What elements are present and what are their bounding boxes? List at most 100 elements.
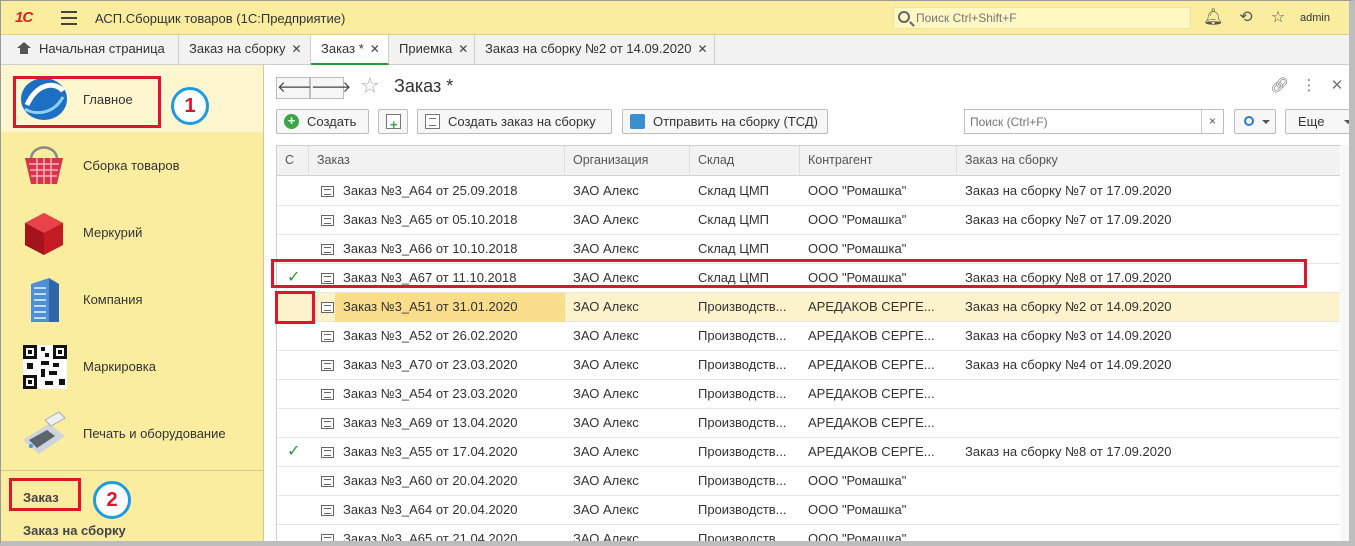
column-header-check[interactable]: С [277,146,309,176]
sidebar-link-assembly-order[interactable]: Заказ на сборку [23,523,126,538]
close-form-icon[interactable]: ✕ [1328,77,1346,95]
cell-warehouse: Производств... [698,444,787,459]
tab-receiving[interactable]: Приемка ✕ [389,35,475,64]
chevron-down-icon [1344,120,1349,124]
history-icon[interactable]: ⟲ [1237,9,1255,27]
document-icon [321,505,334,516]
order-form: 🡐 🡒 ☆ Заказ * 🔗︎ ⋮ ✕ +Создать Создать за… [264,65,1349,542]
list-search-input[interactable] [970,114,1200,130]
favorites-star-icon[interactable]: ☆ [1269,9,1287,27]
search-icon [898,11,910,23]
cell-order: Заказ №3_А64 от 25.09.2018 [343,183,518,198]
document-icon [425,114,440,129]
cell-org: ЗАО Алекс [573,531,639,542]
sidebar-item-company[interactable]: Компания [1,266,263,333]
basket-icon [25,146,63,184]
username[interactable]: admin [1300,12,1330,24]
cell-assembly [957,409,1340,438]
sidebar-item-assembly[interactable]: Сборка товаров [1,132,263,199]
document-icon [321,476,334,487]
column-header-order[interactable]: Заказ [309,146,565,176]
cell-order: Заказ №3_А60 от 20.04.2020 [343,473,518,488]
cell-org: ЗАО Алекс [573,473,639,488]
add-copy-icon [386,113,401,136]
table-row[interactable]: Заказ №3_А60 от 20.04.2020 ЗАО Алекс Произ… [277,467,1340,496]
document-icon [321,244,334,255]
create-button[interactable]: + Создать [276,109,369,134]
search-button[interactable] [1234,109,1276,134]
cell-partner: ООО "Ромашка" [808,531,907,542]
global-search[interactable] [893,7,1191,29]
cell-partner: ООО "Ромашка" [808,502,907,517]
column-header-partner[interactable]: Контрагент [800,146,957,176]
table-row[interactable]: Заказ №3_А51 от 31.01.2020 ЗАО Алекс Произ… [277,293,1340,322]
clear-search-icon[interactable]: × [1201,110,1223,133]
cell-partner: ООО "Ромашка" [808,212,907,227]
qr-code-icon [23,345,67,389]
table-row[interactable]: Заказ №3_А65 от 21.04.2020 ЗАО Алекс Произ… [277,525,1340,542]
table-row[interactable]: ✓ Заказ №3_А55 от 17.04.2020 ЗАО Алекс Прои… [277,438,1340,467]
cell-order: Заказ №3_А55 от 17.04.2020 [343,444,518,459]
cell-org: ЗАО Алекс [573,444,639,459]
cell-order: Заказ №3_А69 от 13.04.2020 [343,415,518,430]
table-scrollbar[interactable] [1341,145,1349,541]
tab-assembly-order[interactable]: Заказ на сборку ✕ [179,35,311,64]
close-icon[interactable]: ✕ [458,42,468,56]
cell-partner: ООО "Ромашка" [808,473,907,488]
table-row[interactable]: Заказ №3_А64 от 25.09.2018 ЗАО Алекс Склад… [277,177,1340,206]
cell-warehouse: Склад ЦМП [698,183,770,198]
back-button[interactable]: 🡐 [276,77,317,99]
column-header-assembly-order[interactable]: Заказ на сборку [957,146,1340,176]
table-row[interactable]: Заказ №3_А54 от 23.03.2020 ЗАО Алекс Произ… [277,380,1340,409]
list-search[interactable]: × [964,109,1224,134]
tab-assembly-order-2[interactable]: Заказ на сборку №2 от 14.09.2020 ✕ [475,35,715,64]
sidebar-item-mercury[interactable]: Меркурий [1,199,263,266]
close-icon[interactable]: ✕ [291,42,301,56]
create-assembly-order-button[interactable]: Создать заказ на сборку [417,109,612,134]
more-button[interactable]: Еще [1285,109,1349,134]
cell-order: Заказ №3_А54 от 23.03.2020 [343,386,518,401]
close-icon[interactable]: ✕ [697,42,707,56]
document-icon [321,418,334,429]
cell-order: Заказ №3_А65 от 21.04.2020 [343,531,518,542]
annotation-badge-2: 2 [93,481,131,519]
cell-org: ЗАО Алекс [573,212,639,227]
column-header-organization[interactable]: Организация [565,146,690,176]
tab-order-active[interactable]: Заказ * ✕ [311,35,389,65]
more-vertical-icon[interactable]: ⋮ [1300,77,1318,95]
annotation-box-1 [13,76,161,128]
favorite-star-icon[interactable]: ☆ [360,73,380,99]
annotation-box-2 [9,478,81,511]
sidebar-divider [1,470,263,471]
pos-terminal-icon [23,411,66,454]
cell-warehouse: Производств... [698,531,787,542]
cell-warehouse: Производств... [698,299,787,314]
column-header-warehouse[interactable]: Склад [690,146,800,176]
cube-icon [25,213,63,255]
table-row[interactable]: Заказ №3_А69 от 13.04.2020 ЗАО Алекс Произ… [277,409,1340,438]
global-search-input[interactable] [916,10,1186,26]
add-copy-button[interactable] [378,109,408,136]
bell-icon[interactable]: 🔔︎ [1203,9,1223,27]
table-row[interactable]: Заказ №3_А52 от 26.02.2020 ЗАО Алекс Произ… [277,322,1340,351]
table-row[interactable]: Заказ №3_А64 от 20.04.2020 ЗАО Алекс Произ… [277,496,1340,525]
home-icon [17,42,31,54]
orders-table: С Заказ Организация Склад Контрагент Зак… [276,145,1340,542]
tab-home[interactable]: Начальная страница [7,35,179,64]
annotation-cell-box [275,291,315,324]
cell-partner: АРЕДАКОВ СЕРГЕ... [808,299,935,314]
cell-assembly: Заказ на сборку №4 от 14.09.2020 [965,357,1172,372]
table-row[interactable]: Заказ №3_А70 от 23.03.2020 ЗАО Алекс Произ… [277,351,1340,380]
sidebar-item-marking[interactable]: Маркировка [1,333,263,400]
send-to-tsd-button[interactable]: Отправить на сборку (ТСД) [622,109,828,134]
sidebar-item-print-equipment[interactable]: Печать и оборудование [1,400,263,467]
table-row[interactable]: Заказ №3_А65 от 05.10.2018 ЗАО Алекс Склад… [277,206,1340,235]
forward-button[interactable]: 🡒 [310,77,351,99]
cell-warehouse: Производств... [698,386,787,401]
link-icon[interactable]: 🔗︎ [1270,77,1289,95]
close-icon[interactable]: ✕ [370,42,380,56]
cell-assembly: Заказ на сборку №7 от 17.09.2020 [965,212,1172,227]
cell-warehouse: Склад ЦМП [698,212,770,227]
app-window: 1С АСП.Сборщик товаров (1С:Предприятие) … [0,0,1355,546]
menu-icon[interactable] [61,11,77,25]
